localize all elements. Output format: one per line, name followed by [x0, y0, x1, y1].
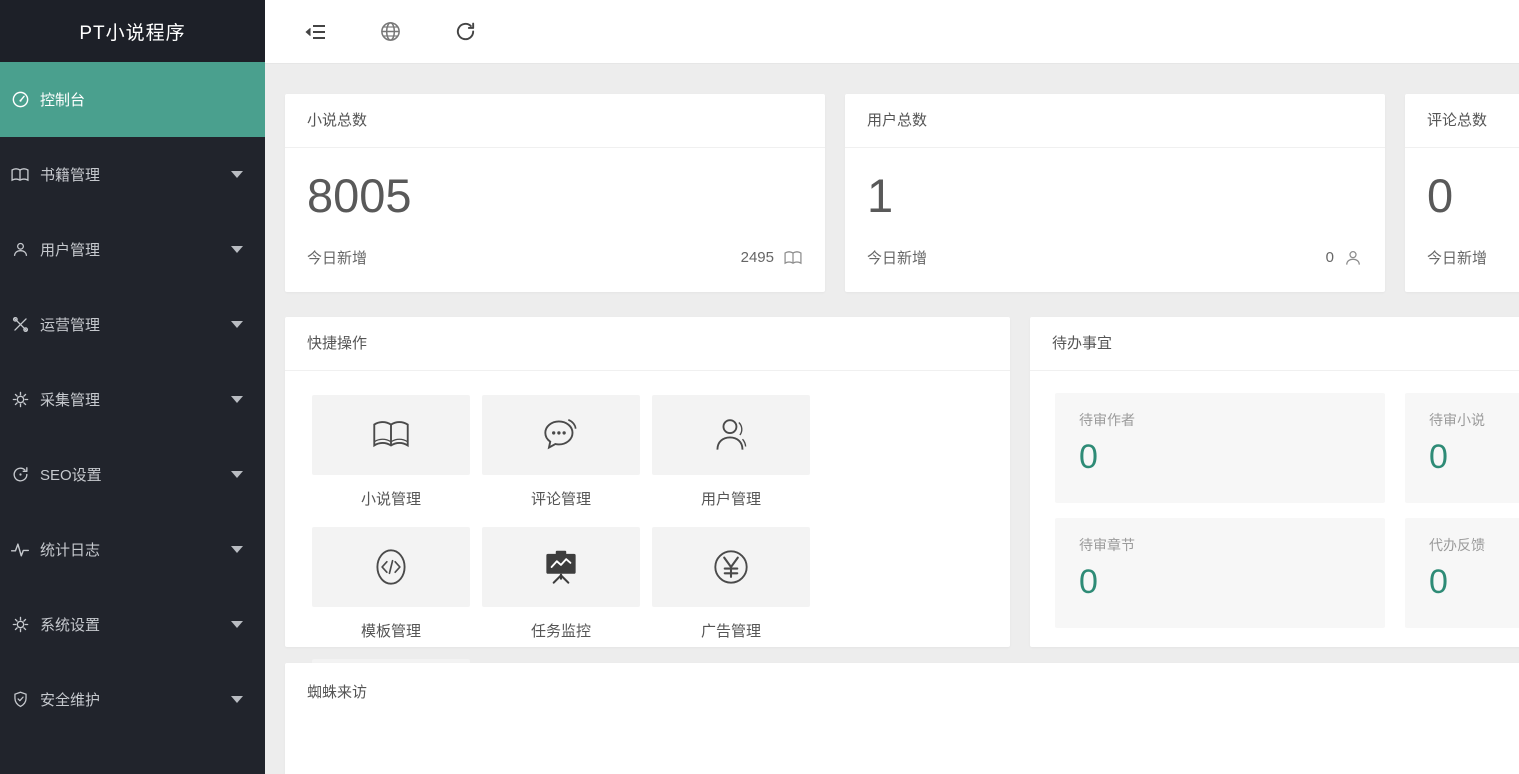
sidebar: PT小说程序 控制台 书籍管理 用户管理	[0, 0, 265, 774]
chevron-down-icon	[231, 321, 243, 328]
stat-card-users: 用户总数 1 今日新增 0	[845, 94, 1385, 292]
stat-card-title: 评论总数	[1405, 94, 1519, 148]
yen-circle-icon	[708, 544, 754, 590]
sidebar-item-dashboard[interactable]: 控制台	[0, 62, 265, 137]
todo-item-label: 代办反馈	[1429, 535, 1519, 555]
dashboard-icon	[8, 88, 32, 112]
stat-footer-value: 2495	[741, 249, 774, 266]
spider-row: 蜘蛛来访	[285, 663, 1519, 774]
sidebar-item-security[interactable]: 安全维护	[0, 662, 265, 737]
stat-footer-value: 0	[1326, 249, 1334, 266]
quick-actions-card: 快捷操作 小说管理	[285, 317, 1010, 647]
quick-action-comment-management[interactable]: 评论管理	[482, 395, 640, 509]
quick-action-label: 任务监控	[482, 620, 640, 641]
stat-card-value: 0	[1405, 168, 1519, 223]
todo-item-value: 0	[1079, 438, 1361, 477]
second-row: 快捷操作 小说管理	[285, 317, 1519, 647]
sidebar-item-label: 系统设置	[40, 614, 100, 635]
todo-item-pending-feedback[interactable]: 代办反馈 0	[1405, 518, 1519, 628]
stat-footer-label: 今日新增	[867, 247, 927, 268]
quick-action-label: 评论管理	[482, 488, 640, 509]
quick-action-novel-management[interactable]: 小说管理	[312, 395, 470, 509]
sidebar-item-system[interactable]: 系统设置	[0, 587, 265, 662]
book-icon	[368, 412, 414, 458]
sidebar-item-users[interactable]: 用户管理	[0, 212, 265, 287]
todo-item-pending-authors[interactable]: 待审作者 0	[1055, 393, 1385, 503]
shield-check-icon	[8, 688, 32, 712]
gear-icon	[8, 613, 32, 637]
sidebar-item-label: 统计日志	[40, 539, 100, 560]
sidebar-item-label: 书籍管理	[40, 164, 100, 185]
sidebar-item-label: SEO设置	[40, 464, 102, 485]
app-logo: PT小说程序	[0, 0, 265, 62]
chevron-down-icon	[231, 696, 243, 703]
chevron-down-icon	[231, 396, 243, 403]
quick-actions-title: 快捷操作	[285, 317, 1010, 371]
sidebar-item-label: 控制台	[40, 89, 85, 110]
gear-icon	[8, 388, 32, 412]
user-icon	[8, 238, 32, 262]
stat-card-value: 1	[845, 168, 1385, 223]
quick-action-template-management[interactable]: 模板管理	[312, 527, 470, 641]
stat-cards-row: 小说总数 8005 今日新增 2495 用户总数 1	[285, 94, 1519, 292]
chevron-down-icon	[231, 471, 243, 478]
sidebar-item-label: 用户管理	[40, 239, 100, 260]
todo-item-label: 待审小说	[1429, 410, 1519, 430]
stat-card-title: 小说总数	[285, 94, 825, 148]
todo-item-label: 待审章节	[1079, 535, 1361, 555]
quick-action-task-monitor[interactable]: 任务监控	[482, 527, 640, 641]
spider-visits-card: 蜘蛛来访	[285, 663, 1519, 774]
todo-title: 待办事宜	[1030, 317, 1519, 371]
user-icon	[708, 412, 754, 458]
todo-item-value: 0	[1429, 563, 1519, 602]
todo-item-pending-novels[interactable]: 待审小说 0	[1405, 393, 1519, 503]
stat-card-title: 用户总数	[845, 94, 1385, 148]
topbar	[265, 0, 1519, 64]
stat-card-novels: 小说总数 8005 今日新增 2495	[285, 94, 825, 292]
collapse-menu-icon[interactable]	[304, 20, 328, 44]
todo-item-value: 0	[1079, 563, 1361, 602]
quick-action-ad-management[interactable]: 广告管理	[652, 527, 810, 641]
stat-card-comments: 评论总数 0 今日新增	[1405, 94, 1519, 292]
spider-visits-title: 蜘蛛来访	[285, 663, 1519, 723]
todo-grid: 待审作者 0 待审小说 0 待审章节 0 代办反馈 0	[1030, 371, 1519, 643]
sidebar-item-stats-log[interactable]: 统计日志	[0, 512, 265, 587]
book-icon	[8, 163, 32, 187]
todo-card: 待办事宜 待审作者 0 待审小说 0 待审章节 0 代办反馈	[1030, 317, 1519, 647]
quick-action-label: 用户管理	[652, 488, 810, 509]
quick-action-label: 小说管理	[312, 488, 470, 509]
tools-icon	[8, 313, 32, 337]
sidebar-item-label: 安全维护	[40, 689, 100, 710]
globe-icon[interactable]	[379, 20, 403, 44]
sidebar-item-seo[interactable]: SEO设置	[0, 437, 265, 512]
book-icon	[783, 248, 803, 268]
comment-icon	[538, 412, 584, 458]
todo-item-value: 0	[1429, 438, 1519, 477]
quick-action-label: 广告管理	[652, 620, 810, 641]
monitor-chart-icon	[538, 544, 584, 590]
template-code-icon	[368, 544, 414, 590]
sidebar-item-label: 采集管理	[40, 389, 100, 410]
stat-footer-label: 今日新增	[1427, 247, 1487, 268]
user-icon	[1343, 248, 1363, 268]
main-area: 小说总数 8005 今日新增 2495 用户总数 1	[265, 0, 1519, 774]
refresh-icon[interactable]	[454, 20, 478, 44]
stat-footer-label: 今日新增	[307, 247, 367, 268]
sidebar-item-books[interactable]: 书籍管理	[0, 137, 265, 212]
todo-item-label: 待审作者	[1079, 410, 1361, 430]
todo-item-pending-chapters[interactable]: 待审章节 0	[1055, 518, 1385, 628]
pulse-icon	[8, 538, 32, 562]
sidebar-item-collect[interactable]: 采集管理	[0, 362, 265, 437]
quick-action-user-management[interactable]: 用户管理	[652, 395, 810, 509]
sidebar-item-operations[interactable]: 运营管理	[0, 287, 265, 362]
chevron-down-icon	[231, 246, 243, 253]
chevron-down-icon	[231, 621, 243, 628]
sidebar-item-label: 运营管理	[40, 314, 100, 335]
stat-card-value: 8005	[285, 168, 825, 223]
sync-icon	[8, 463, 32, 487]
quick-action-label: 模板管理	[312, 620, 470, 641]
dashboard-content: 小说总数 8005 今日新增 2495 用户总数 1	[265, 64, 1519, 774]
chevron-down-icon	[231, 171, 243, 178]
chevron-down-icon	[231, 546, 243, 553]
